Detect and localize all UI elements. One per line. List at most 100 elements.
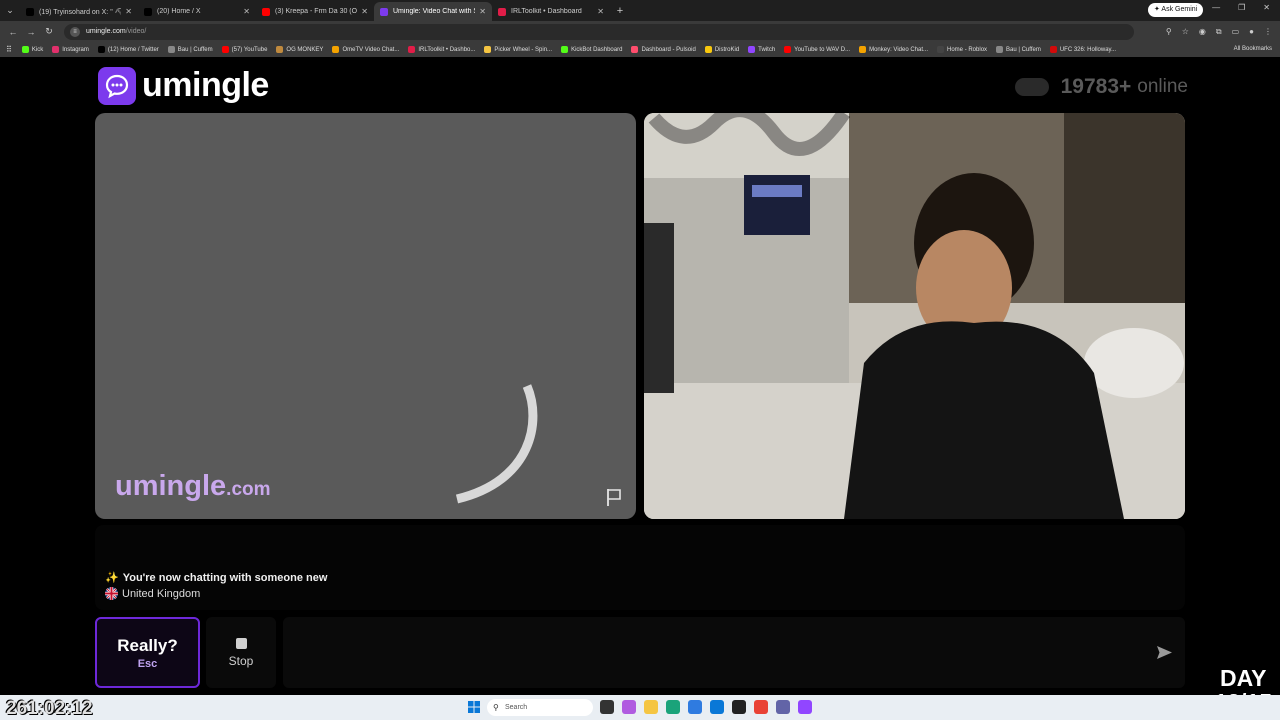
bookmark-item[interactable]: Dashboard - Pulsoid bbox=[631, 46, 696, 53]
bookmark-item[interactable]: Instagram bbox=[52, 46, 89, 53]
taskbar-apps bbox=[600, 700, 812, 714]
browser-tab[interactable]: (3) Kreepa - Frm Da 30 (Official✕ bbox=[256, 2, 374, 21]
bookmark-label: Bau | Cuffem bbox=[177, 46, 213, 53]
copilot-icon[interactable] bbox=[622, 700, 636, 714]
bookmark-favicon-icon bbox=[52, 46, 60, 53]
windows-start-icon[interactable] bbox=[468, 701, 480, 713]
all-bookmarks-button[interactable]: All Bookmarks bbox=[1234, 46, 1272, 52]
bookmark-item[interactable]: Monkey: Video Chat... bbox=[859, 46, 928, 53]
ask-gemini-button[interactable]: ✦ Ask Gemini bbox=[1148, 3, 1204, 17]
teams-icon[interactable] bbox=[776, 700, 790, 714]
bookmark-item[interactable]: Twitch bbox=[748, 46, 775, 53]
reload-icon[interactable]: ↻ bbox=[40, 26, 58, 37]
bookmark-label: Bau | Cuffem bbox=[1006, 46, 1041, 53]
stop-icon bbox=[235, 637, 247, 649]
bookmark-favicon-icon bbox=[748, 46, 756, 53]
new-tab-button[interactable]: + bbox=[610, 5, 630, 17]
chrome-icon[interactable] bbox=[688, 700, 702, 714]
back-icon[interactable]: ← bbox=[4, 27, 22, 37]
tab-close-icon[interactable]: ✕ bbox=[479, 7, 486, 16]
forward-icon[interactable]: → bbox=[22, 27, 40, 37]
chrome-active-icon[interactable] bbox=[754, 700, 768, 714]
bookmark-item[interactable]: (12) Home / Twitter bbox=[97, 46, 159, 53]
bookmark-label: OG MONKEY bbox=[286, 46, 324, 53]
camera-feed-image bbox=[644, 113, 1185, 519]
bookmark-item[interactable]: Picker Wheel - Spin... bbox=[484, 46, 552, 53]
tab-search-icon[interactable]: ⌄ bbox=[0, 0, 20, 21]
bookmark-item[interactable]: OmeTV Video Chat... bbox=[332, 46, 399, 53]
zoom-icon[interactable]: ⚲ bbox=[1166, 27, 1172, 37]
os-taskbar: ⚲ Search bbox=[0, 695, 1280, 720]
report-flag-icon[interactable] bbox=[604, 487, 624, 507]
browser-tab[interactable]: Umingle: Video Chat with S ✕ bbox=[374, 2, 492, 21]
bookmark-star-icon[interactable]: ☆ bbox=[1182, 27, 1189, 37]
bookmark-item[interactable]: (57) YouTube bbox=[221, 46, 267, 53]
bookmark-favicon-icon bbox=[996, 46, 1004, 53]
restore-icon[interactable]: ❐ bbox=[1238, 3, 1245, 12]
store-icon[interactable] bbox=[710, 700, 724, 714]
bookmark-item[interactable]: UFC 326: Holloway... bbox=[1049, 46, 1116, 53]
message-input[interactable] bbox=[283, 617, 1185, 688]
minimize-icon[interactable]: — bbox=[1212, 3, 1220, 12]
search-icon: ⚲ bbox=[493, 703, 499, 712]
bookmark-item[interactable]: Bau | Cuffem bbox=[996, 46, 1041, 53]
bookmark-favicon-icon bbox=[97, 46, 105, 53]
bookmark-item[interactable]: Kick bbox=[21, 46, 44, 53]
bookmark-item[interactable]: OG MONKEY bbox=[276, 46, 323, 53]
send-icon[interactable] bbox=[1156, 644, 1173, 661]
address-bar[interactable]: ≡ umingle.com/video/ bbox=[64, 23, 1134, 40]
stop-button[interactable]: Stop bbox=[206, 617, 276, 688]
more-menu-icon[interactable]: ⋮ bbox=[1264, 27, 1272, 37]
window-controls: — ❐ ✕ bbox=[1212, 3, 1270, 12]
browser-tab[interactable]: IRLToolkit • Dashboard ✕ bbox=[492, 2, 610, 21]
bookmark-label: Monkey: Video Chat... bbox=[869, 46, 929, 53]
browser-tab[interactable]: (20) Home / X ✕ bbox=[138, 2, 256, 21]
bookmark-label: DistroKid bbox=[714, 46, 740, 53]
umingle-page: umingle 19783+ online umingle.com ✨ You'… bbox=[0, 57, 1280, 695]
extension-icon[interactable]: ◉ bbox=[1199, 27, 1206, 37]
edge-icon[interactable] bbox=[666, 700, 680, 714]
taskbar-search[interactable]: ⚲ Search bbox=[487, 699, 593, 716]
skip-confirm-button[interactable]: Really? Esc bbox=[95, 617, 200, 688]
bookmark-item[interactable]: Home - Roblox bbox=[937, 46, 987, 53]
apps-grid-icon[interactable]: ⠿ bbox=[6, 45, 12, 54]
bookmark-label: Kick bbox=[31, 46, 44, 53]
close-window-icon[interactable]: ✕ bbox=[1263, 3, 1270, 12]
bookmark-favicon-icon bbox=[1049, 46, 1057, 53]
file-explorer-icon[interactable] bbox=[644, 700, 658, 714]
self-camera-video bbox=[644, 113, 1185, 519]
bookmark-favicon-icon bbox=[859, 46, 867, 53]
bookmark-label: Dashboard - Pulsoid bbox=[641, 46, 696, 53]
bookmark-favicon-icon bbox=[631, 46, 639, 53]
side-panel-icon[interactable]: ▭ bbox=[1232, 27, 1240, 37]
tab-close-icon[interactable]: ✕ bbox=[361, 7, 368, 16]
bookmark-favicon-icon bbox=[561, 46, 569, 53]
bookmark-item[interactable]: KickBot Dashboard bbox=[561, 46, 622, 53]
browser-tab-bar: ⌄ (19) Tryinsohard on X: " ⛏ Cuff✕(20) H… bbox=[0, 0, 1280, 21]
irltoolkit-icon bbox=[498, 7, 506, 16]
bookmark-favicon-icon bbox=[21, 46, 29, 53]
umingle-logo[interactable]: umingle bbox=[98, 66, 269, 105]
bookmark-item[interactable]: IRLToolkit • Dashbo... bbox=[408, 46, 475, 53]
bookmark-item[interactable]: Bau | Cuffem bbox=[167, 46, 213, 53]
obs-icon[interactable] bbox=[732, 700, 746, 714]
tab-strip: (19) Tryinsohard on X: " ⛏ Cuff✕(20) Hom… bbox=[20, 0, 610, 21]
url-path: /video/ bbox=[125, 28, 147, 35]
tab-close-icon[interactable]: ✕ bbox=[125, 7, 132, 16]
tab-close-icon[interactable]: ✕ bbox=[597, 7, 604, 16]
twitch-icon[interactable] bbox=[798, 700, 812, 714]
bookmark-label: OmeTV Video Chat... bbox=[342, 46, 400, 53]
online-label: online bbox=[1137, 76, 1188, 97]
bookmark-favicon-icon bbox=[704, 46, 712, 53]
bookmark-item[interactable]: YouTube to WAV D... bbox=[784, 46, 850, 53]
tab-close-icon[interactable]: ✕ bbox=[243, 7, 250, 16]
profile-avatar-icon[interactable]: ● bbox=[1249, 27, 1254, 37]
bookmark-item[interactable]: DistroKid bbox=[704, 46, 740, 53]
bookmark-label: Twitch bbox=[758, 46, 776, 53]
site-info-icon[interactable]: ≡ bbox=[70, 26, 80, 37]
browser-tab[interactable]: (19) Tryinsohard on X: " ⛏ Cuff✕ bbox=[20, 2, 138, 21]
extensions-puzzle-icon[interactable]: ⧉ bbox=[1216, 27, 1222, 37]
theme-toggle[interactable] bbox=[1014, 78, 1049, 96]
tab-title: (3) Kreepa - Frm Da 30 (Official bbox=[275, 8, 358, 15]
task-view-icon[interactable] bbox=[600, 700, 614, 714]
